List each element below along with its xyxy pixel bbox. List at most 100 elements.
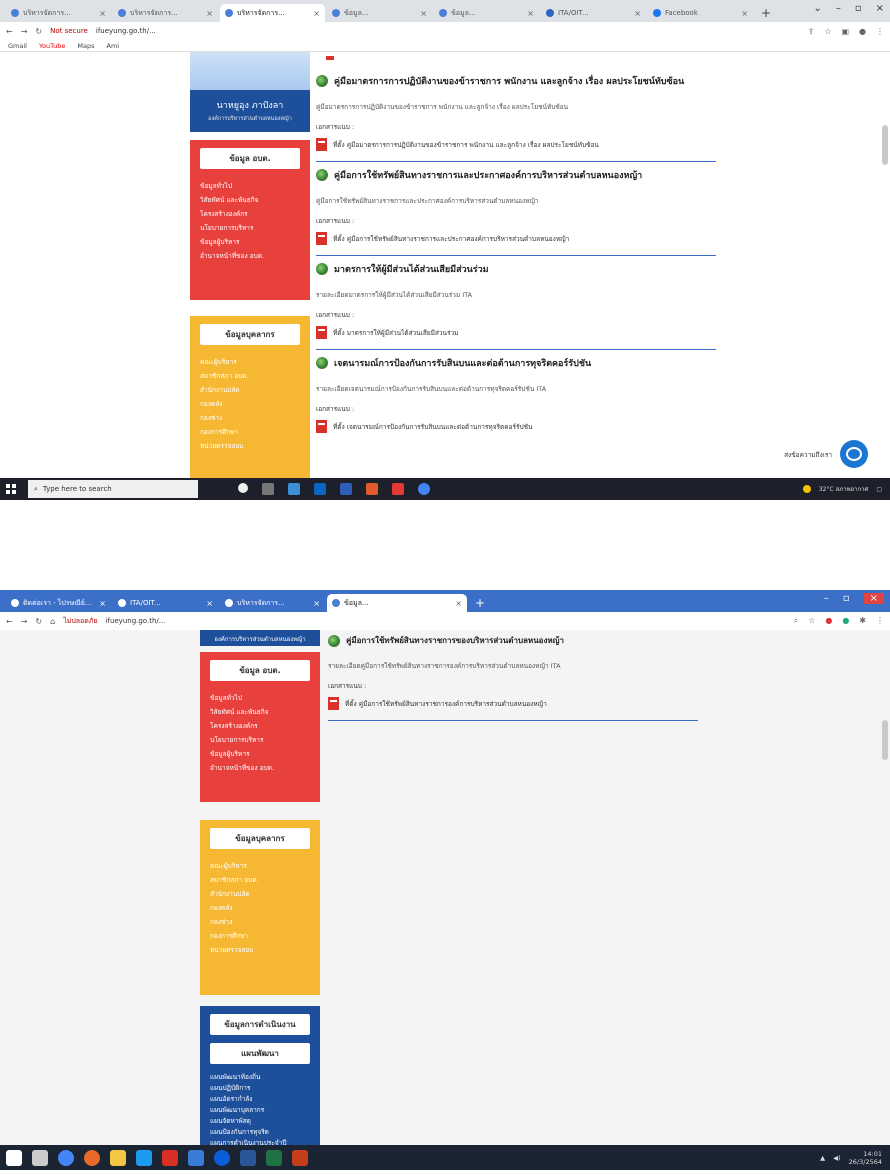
browser-tab[interactable]: ข้อมูล... ×	[327, 4, 432, 22]
sidebar-link[interactable]: หน่วยตรวจสอบ	[210, 943, 310, 957]
bookmark-gmail[interactable]: Gmail	[8, 42, 27, 50]
sidebar-link[interactable]: แผนปฏิบัติการ	[210, 1083, 310, 1094]
scrollbar-thumb[interactable]	[882, 720, 888, 760]
extension-icon[interactable]: ●	[842, 616, 849, 626]
start-button[interactable]	[0, 478, 22, 500]
browser-tab[interactable]: ติดต่อเรา - ไปรษณีย์... ×	[6, 594, 111, 612]
close-icon[interactable]: ×	[206, 9, 213, 18]
chrome-active-icon[interactable]	[214, 1149, 230, 1166]
section-title[interactable]: มาตรการให้ผู้มีส่วนได้ส่วนเสียมีส่วนร่วม	[316, 262, 736, 276]
firefox-icon[interactable]	[84, 1149, 100, 1166]
mail-icon[interactable]	[392, 483, 404, 495]
menu-icon[interactable]: ⋮	[876, 616, 884, 626]
new-tab-icon[interactable]: +	[469, 594, 491, 612]
attachment-link[interactable]: ที่ตั้ง เจตนารมณ์การป้องกันการรับสินบนแล…	[316, 420, 736, 433]
sidebar-link[interactable]: วิสัยทัศน์ และพันธกิจ	[210, 705, 310, 719]
word-icon[interactable]	[240, 1149, 256, 1166]
chrome-icon[interactable]	[418, 483, 430, 495]
scrollbar-thumb[interactable]	[882, 125, 888, 165]
pdf-reader-icon[interactable]	[162, 1149, 178, 1166]
network-icon[interactable]: ▲	[820, 1154, 825, 1162]
back-icon[interactable]: ←	[6, 27, 13, 36]
sidebar-link[interactable]: ข้อมูลทั่วไป	[200, 179, 300, 193]
browser-tab[interactable]: ITA/OIT... ×	[541, 4, 646, 22]
close-icon[interactable]: ×	[206, 599, 213, 608]
browser-tab[interactable]: Facebook ×	[648, 4, 753, 22]
powerpoint-icon[interactable]	[292, 1149, 308, 1166]
sidebar-link[interactable]: ข้อมูลทั่วไป	[210, 691, 310, 705]
puzzle-icon[interactable]: ✱	[859, 616, 866, 626]
sidebar-link[interactable]: สำนักงานปลัด	[210, 887, 310, 901]
bookmark-maps[interactable]: Maps	[77, 42, 94, 50]
task-view-icon[interactable]	[238, 483, 248, 493]
browser-tab[interactable]: บริหารจัดการ... ×	[220, 594, 325, 612]
sidebar-link[interactable]: กองการศึกษา	[210, 929, 310, 943]
browser-tab[interactable]: บริหารจัดการ... ×	[6, 4, 111, 22]
star-icon[interactable]: ☆	[824, 27, 831, 36]
extension-icon[interactable]: ●	[825, 616, 832, 626]
sidebar-link[interactable]: กองคลัง	[200, 397, 300, 411]
bookmark-youtube[interactable]: YouTube	[39, 42, 65, 50]
store-icon[interactable]	[340, 483, 352, 495]
sidebar-link[interactable]: กองช่าง	[200, 411, 300, 425]
close-icon[interactable]: ×	[876, 3, 884, 14]
sidebar-link[interactable]: สมาชิกสภา อบต.	[200, 369, 300, 383]
sidebar-link[interactable]: ข้อมูลผู้บริหาร	[210, 747, 310, 761]
reload-icon[interactable]: ↻	[35, 27, 42, 36]
browser-tab[interactable]: ข้อมูล... ×	[434, 4, 539, 22]
extensions-icon[interactable]: ▣	[841, 27, 849, 36]
sidebar-link[interactable]: โครงสร้างองค์กร	[210, 719, 310, 733]
maximize-icon[interactable]: ▫	[855, 3, 862, 14]
security-warning[interactable]: ไม่ปลอดภัย	[63, 616, 97, 627]
ie-icon[interactable]	[136, 1149, 152, 1166]
sidebar-link[interactable]: กองช่าง	[210, 915, 310, 929]
reload-icon[interactable]: ↻	[35, 617, 42, 626]
close-icon[interactable]: ×	[634, 9, 641, 18]
close-icon[interactable]: ×	[863, 593, 884, 604]
file-explorer-icon[interactable]	[288, 483, 300, 495]
excel-icon[interactable]	[266, 1149, 282, 1166]
url-field[interactable]: ifueyung.go.th/...	[96, 27, 156, 35]
attachment-link[interactable]: ที่ตั้ง คู่มือมาตรการการปฏิบัติงานของข้า…	[316, 138, 736, 151]
close-icon[interactable]: ×	[99, 9, 106, 18]
sidebar-link[interactable]: แผนป้องกันการทุจริต	[210, 1127, 310, 1138]
sidebar-link[interactable]: คณะผู้บริหาร	[200, 355, 300, 369]
task-view-icon[interactable]	[32, 1149, 48, 1166]
close-icon[interactable]: ×	[455, 599, 462, 608]
sidebar-link[interactable]: แผนอัตรากำลัง	[210, 1094, 310, 1105]
close-icon[interactable]: ×	[741, 9, 748, 18]
minimize-icon[interactable]: –	[836, 3, 841, 14]
sidebar-link[interactable]: อำนาจหน้าที่ของ อบต.	[210, 761, 310, 775]
star-icon[interactable]: ☆	[808, 616, 815, 626]
sidebar-link[interactable]: นโยบายการบริหาร	[210, 733, 310, 747]
sidebar-link[interactable]: หน่วยตรวจสอบ	[200, 439, 300, 453]
sidebar-link[interactable]: สมาชิกสภา อบต.	[210, 873, 310, 887]
firefox-icon[interactable]	[366, 483, 378, 495]
taskbar-search[interactable]: ⌕ Type here to search	[28, 480, 198, 498]
sidebar-link[interactable]: โครงสร้างองค์กร	[200, 207, 300, 221]
sidebar-link[interactable]: นโยบายการบริหาร	[200, 221, 300, 235]
security-warning[interactable]: Not secure	[50, 27, 88, 35]
attachment-link[interactable]: ที่ตั้ง มาตรการให้ผู้มีส่วนได้ส่วนเสียมี…	[316, 326, 736, 339]
sidebar-link[interactable]: วิสัยทัศน์ และพันธกิจ	[200, 193, 300, 207]
browser-tab-active[interactable]: บริหารจัดการ... ×	[220, 4, 325, 22]
forward-icon[interactable]: →	[21, 617, 28, 626]
widgets-icon[interactable]	[262, 483, 274, 495]
sidebar-link[interactable]: คณะผู้บริหาร	[210, 859, 310, 873]
browser-tab[interactable]: ITA/OIT... ×	[113, 594, 218, 612]
share-icon[interactable]: ⇪	[808, 27, 815, 36]
messenger-chat-icon[interactable]	[840, 440, 868, 468]
back-icon[interactable]: ←	[6, 617, 13, 626]
sidebar-link[interactable]: กองการศึกษา	[200, 425, 300, 439]
chevron-down-icon[interactable]: ⌄	[813, 3, 821, 14]
attachment-link[interactable]: ที่ตั้ง คู่มือการใช้ทรัพย์สินทางราชการแล…	[316, 232, 736, 245]
close-icon[interactable]: ×	[313, 9, 320, 18]
chat-label[interactable]: ส่งข้อความถึงเรา	[784, 450, 832, 460]
photos-icon[interactable]	[188, 1149, 204, 1166]
clock[interactable]: 14:01 26/3/2564	[849, 1150, 882, 1166]
sidebar-link[interactable]: สำนักงานปลัด	[200, 383, 300, 397]
sidebar-link[interactable]: ข้อมูลผู้บริหาร	[200, 235, 300, 249]
menu-icon[interactable]: ⋮	[876, 27, 884, 36]
browser-tab[interactable]: บริหารจัดการ... ×	[113, 4, 218, 22]
sidebar-link[interactable]: อำนาจหน้าที่ของ อบต.	[200, 249, 300, 263]
